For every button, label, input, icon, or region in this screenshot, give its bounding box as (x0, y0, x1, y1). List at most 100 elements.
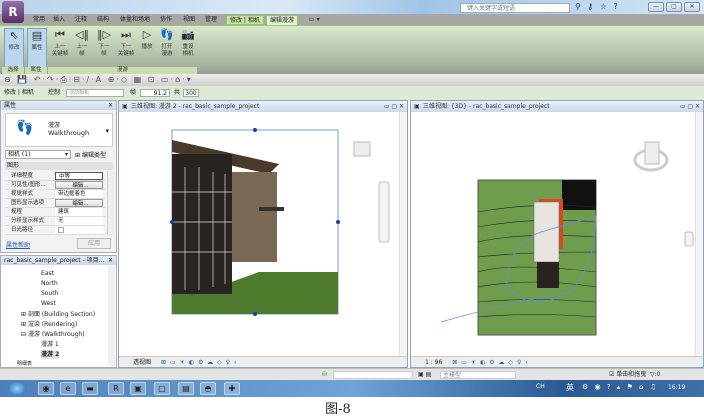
workset-select[interactable] (333, 371, 413, 379)
restore-button[interactable]: ▢ (666, 2, 682, 12)
modify-button[interactable]: ⇖ 修改 (4, 28, 24, 68)
prop-row[interactable]: 视觉样式 带边框着色 (5, 190, 105, 199)
ime-indicator[interactable]: 英 (566, 382, 574, 393)
control-select[interactable]: 活动相机 (66, 89, 124, 97)
language-indicator[interactable]: CH (536, 383, 545, 390)
properties-button[interactable]: ▤ 属性 (27, 28, 47, 68)
type-name-cn: 漫游 (48, 122, 61, 129)
prev-keyframe-button[interactable]: ⏮ 上一 关键帧 (50, 28, 70, 68)
folder-icon[interactable]: ▬ (82, 382, 98, 395)
view-3d[interactable]: ▣ 三维视图: {3D} - rac_basic_sample_project ▭ … (410, 100, 704, 368)
group-graphics[interactable]: 图形 (5, 162, 113, 170)
prop-row[interactable]: 详细程度 中等 (5, 172, 105, 181)
reset-camera-button[interactable]: 📷 重设 相机 (178, 28, 198, 68)
prop-value[interactable]: 建筑 (55, 208, 103, 216)
tab-modify-camera[interactable]: 修改 | 相机 (226, 15, 264, 25)
taskbar-app-icon[interactable]: ▢ (154, 382, 170, 395)
prop-row[interactable]: 可见性/图形... 编辑... (5, 181, 105, 190)
qq-icon[interactable]: ◓ (200, 382, 216, 395)
sun-path-checkbox[interactable] (55, 226, 103, 234)
window-controls[interactable]: ▭ ▢ ✕ (680, 101, 700, 112)
tree-item[interactable]: ⊟ 漫游 (Walkthrough) (21, 331, 84, 339)
tree-item-selected[interactable]: 漫游 2 (41, 351, 60, 359)
view-walkthrough[interactable]: ▣ 三维视图: 漫游 2 - rac_basic_sample_project ▭ … (118, 100, 408, 368)
prev-frame-button[interactable]: ◁‖ 上一 帧 (72, 28, 92, 68)
prop-row[interactable]: 图形显示选项 编辑... (5, 199, 105, 208)
type-selector[interactable]: 👣 漫游 Walkthrough ▾ (5, 113, 113, 147)
play-button[interactable]: ▷ 播放 (137, 28, 157, 68)
prop-key: 图形显示选项 (11, 200, 45, 206)
instance-selector[interactable]: 相机 (1) ▾ (5, 150, 71, 159)
tab-structure[interactable]: 结构 (94, 15, 112, 25)
prop-value[interactable]: 带边框着色 (55, 190, 103, 198)
prop-value[interactable]: 中等 (55, 172, 103, 180)
close-icon[interactable]: ✕ (108, 101, 113, 110)
properties-help-link[interactable]: 属性帮助 (6, 240, 30, 249)
frame-input[interactable]: 91.2 (140, 89, 170, 97)
tree-item[interactable]: 漫游 1 (41, 341, 59, 349)
tab-home[interactable]: 常用 (30, 15, 48, 25)
taskbar-app-icon[interactable]: ◉ (38, 382, 54, 395)
next-keyframe-button[interactable]: ⏭ 下一 关键帧 (116, 28, 136, 68)
application-menu-button[interactable]: R (2, 1, 24, 23)
search-input[interactable]: 键入关键字或短语 (460, 3, 570, 13)
minimize-button[interactable]: — (648, 2, 664, 12)
view-controls-icons[interactable]: ⊠ ▭ ☀ ◐ ⚙ ☁ ◇ ♀ ‹ (161, 359, 237, 366)
tree-item[interactable]: South (41, 290, 58, 298)
prop-value[interactable]: 无 (55, 217, 103, 225)
tab-massing[interactable]: 体量和场地 (117, 15, 153, 25)
revit-icon[interactable]: R (108, 382, 124, 395)
start-button[interactable] (8, 381, 26, 396)
vertical-scrollbar[interactable] (399, 112, 407, 356)
tab-manage[interactable]: 管理 (202, 15, 220, 25)
tree-item[interactable]: 明细表 (17, 360, 32, 368)
ie-icon[interactable]: e (60, 382, 76, 395)
tab-view[interactable]: 视图 (180, 15, 198, 25)
apply-button[interactable]: 应用 (77, 238, 111, 249)
tree-item[interactable]: North (41, 280, 58, 288)
prop-row[interactable]: 日光路径 (5, 226, 105, 235)
taskbar-app-icon[interactable]: ✚ (224, 382, 240, 395)
key-icon[interactable]: ⚷ (587, 2, 595, 11)
vertical-scrollbar[interactable] (695, 112, 703, 356)
next-frame-button[interactable]: ‖▷ 下一 帧 (94, 28, 114, 68)
open-walkthrough-button[interactable]: 👣 打开 漫游 (157, 28, 177, 68)
tree-item[interactable]: ⊞ 渲染 (Rendering) (21, 321, 77, 329)
close-button[interactable]: ✕ (684, 2, 700, 12)
view-controls-icons[interactable]: ⊠ ▭ ☀ ◐ ⚙ ☁ ◇ ♀ ‹ (452, 359, 528, 366)
tree-item[interactable]: ⊞ 剖面 (Building Section) (21, 311, 95, 319)
walkthrough-render[interactable] (119, 112, 399, 358)
close-icon[interactable]: ✕ (108, 256, 113, 265)
prop-row[interactable]: 分析显示样式 无 (5, 217, 105, 226)
tree-item[interactable]: West (41, 300, 56, 308)
binoculars-icon[interactable]: ⚲ (575, 2, 583, 11)
tab-panel-toggle[interactable]: ▭ ▾ (306, 15, 323, 25)
view-scale[interactable]: 1 : 96 (425, 359, 442, 366)
infocenter-icons[interactable]: ⚲ ⚷ ☆ ? (575, 2, 620, 11)
scrollbar[interactable] (107, 171, 114, 235)
clock[interactable]: 16:19 (668, 384, 685, 391)
taskbar-app-icon[interactable]: ▣ (130, 382, 146, 395)
tray-icons[interactable]: ⚙ ◉ ? ▴ ⚑ ⌂ ♫ (582, 383, 658, 391)
quick-access-toolbar[interactable]: ⊖ 💾 ↶·↷·⎙·⊟·∕·A ⊕·◇ ▦ ⊡ ▭·⌂·▾ (0, 74, 704, 86)
view-scale[interactable]: 透视图 (133, 359, 151, 366)
tab-annotate[interactable]: 注释 (72, 15, 90, 25)
design-option-select[interactable]: 主模型 (440, 371, 516, 379)
edit-type-button[interactable]: ⊞ 编辑类型 (75, 150, 106, 159)
prop-row[interactable]: 规程 建筑 (5, 208, 105, 217)
help-icon[interactable]: ? (614, 2, 620, 11)
taskbar-app-icon[interactable]: ▤ (178, 382, 194, 395)
tab-collaborate[interactable]: 协作 (157, 15, 175, 25)
scrollbar[interactable] (108, 266, 115, 366)
site-plan-render[interactable] (411, 112, 695, 358)
properties-icon: ▤ (31, 29, 43, 42)
edit-button[interactable]: 编辑... (55, 199, 103, 207)
tab-insert[interactable]: 插入 (50, 15, 68, 25)
tab-edit-walkthrough[interactable]: 编辑漫游 (266, 15, 299, 25)
label: 属性 (31, 45, 43, 51)
window-controls[interactable]: ▭ ▢ ✕ (384, 101, 404, 112)
star-icon[interactable]: ☆ (600, 2, 609, 11)
edit-button[interactable]: 编辑... (55, 181, 103, 189)
tree-item[interactable]: East (41, 270, 54, 278)
view-control-bar: 透视图 ⊠ ▭ ☀ ◐ ⚙ ☁ ◇ ♀ ‹ (119, 356, 407, 367)
